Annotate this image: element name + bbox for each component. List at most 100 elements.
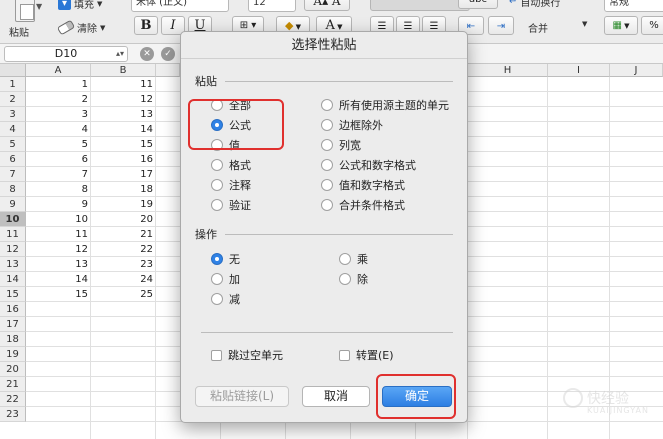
row-header[interactable]: 5 xyxy=(0,137,26,152)
merge-button[interactable]: 合并 xyxy=(528,20,548,35)
row-header[interactable]: 13 xyxy=(0,257,26,272)
number-format-select[interactable]: 常规 xyxy=(604,0,663,12)
wrap-text-button[interactable]: ↵ 自动换行 xyxy=(509,0,560,9)
cell[interactable]: 11 xyxy=(26,227,91,242)
percent-button[interactable]: % xyxy=(641,16,663,35)
select-all-corner[interactable] xyxy=(0,64,26,77)
row-header[interactable]: 23 xyxy=(0,407,26,422)
bold-button[interactable]: B xyxy=(134,16,158,35)
cell[interactable]: 21 xyxy=(91,227,156,242)
number-format-button[interactable]: ▦ ▼ xyxy=(604,16,638,35)
column-header-j[interactable]: J xyxy=(610,64,663,77)
font-name-select[interactable]: 宋体 (正文) xyxy=(131,0,229,12)
cell[interactable]: 10 xyxy=(26,212,91,227)
cell[interactable]: 18 xyxy=(91,182,156,197)
paste-option-radio[interactable]: 全部 xyxy=(211,97,251,113)
transpose-checkbox[interactable]: 转置(E) xyxy=(339,347,394,363)
paste-option-radio[interactable]: 所有使用源主题的单元 xyxy=(321,97,449,113)
row-header[interactable]: 21 xyxy=(0,377,26,392)
cell[interactable]: 14 xyxy=(91,122,156,137)
confirm-entry-icon[interactable]: ✓ xyxy=(161,47,175,61)
orientation-button-group[interactable] xyxy=(370,0,470,11)
operation-option-radio[interactable]: 减 xyxy=(211,291,240,307)
row-header[interactable]: 6 xyxy=(0,152,26,167)
row-header[interactable]: 8 xyxy=(0,182,26,197)
paste-link-button[interactable]: 粘贴链接(L) xyxy=(195,386,289,407)
operation-option-radio[interactable]: 乘 xyxy=(339,251,368,267)
cell[interactable]: 23 xyxy=(91,257,156,272)
column-header-h[interactable]: H xyxy=(468,64,548,77)
row-header[interactable]: 4 xyxy=(0,122,26,137)
paste-option-radio[interactable]: 注释 xyxy=(211,177,251,193)
operation-option-radio[interactable]: 除 xyxy=(339,271,368,287)
cell[interactable]: 13 xyxy=(91,107,156,122)
column-header-c[interactable] xyxy=(156,64,180,77)
cell[interactable]: 11 xyxy=(91,77,156,92)
operation-option-radio[interactable]: 加 xyxy=(211,271,240,287)
row-header[interactable]: 17 xyxy=(0,317,26,332)
row-header[interactable]: 19 xyxy=(0,347,26,362)
row-header[interactable]: 2 xyxy=(0,92,26,107)
row-header[interactable]: 9 xyxy=(0,197,26,212)
cell[interactable]: 15 xyxy=(91,137,156,152)
row-header[interactable]: 11 xyxy=(0,227,26,242)
increase-indent-button[interactable]: ⇥ xyxy=(488,16,514,35)
cancel-entry-icon[interactable]: ✕ xyxy=(140,47,154,61)
font-size-select[interactable]: 12 xyxy=(248,0,296,12)
row-header[interactable]: 20 xyxy=(0,362,26,377)
cell[interactable]: 4 xyxy=(26,122,91,137)
row-header[interactable]: 10 xyxy=(0,212,26,227)
spelling-button[interactable]: abc xyxy=(458,0,498,9)
row-header[interactable]: 7 xyxy=(0,167,26,182)
row-header[interactable]: 1 xyxy=(0,77,26,92)
paste-option-radio[interactable]: 公式 xyxy=(211,117,251,133)
cell[interactable]: 6 xyxy=(26,152,91,167)
name-box[interactable]: D10 ▴▾ xyxy=(4,46,128,62)
paste-option-radio[interactable]: 合并条件格式 xyxy=(321,197,405,213)
cell[interactable]: 14 xyxy=(26,272,91,287)
operation-option-radio[interactable]: 无 xyxy=(211,251,240,267)
row-header[interactable]: 18 xyxy=(0,332,26,347)
cell[interactable]: 1 xyxy=(26,77,91,92)
ok-button[interactable]: 确定 xyxy=(382,386,452,407)
cell[interactable]: 20 xyxy=(91,212,156,227)
row-header[interactable]: 16 xyxy=(0,302,26,317)
paste-option-radio[interactable]: 公式和数字格式 xyxy=(321,157,416,173)
fill-button[interactable]: ▾ 填充 ▼ xyxy=(58,0,102,11)
cell[interactable]: 8 xyxy=(26,182,91,197)
row-header[interactable]: 15 xyxy=(0,287,26,302)
paste-option-radio[interactable]: 验证 xyxy=(211,197,251,213)
column-header-i[interactable]: I xyxy=(548,64,610,77)
cell[interactable]: 24 xyxy=(91,272,156,287)
cell[interactable]: 22 xyxy=(91,242,156,257)
cell[interactable]: 2 xyxy=(26,92,91,107)
row-header[interactable]: 12 xyxy=(0,242,26,257)
cell[interactable]: 5 xyxy=(26,137,91,152)
cell[interactable]: 17 xyxy=(91,167,156,182)
clear-button[interactable]: 清除 ▼ xyxy=(56,19,105,36)
paste-option-radio[interactable]: 值和数字格式 xyxy=(321,177,405,193)
paste-option-radio[interactable]: 值 xyxy=(211,137,240,153)
cell[interactable]: 12 xyxy=(91,92,156,107)
cancel-button[interactable]: 取消 xyxy=(302,386,370,407)
merge-dropdown[interactable]: ▼ xyxy=(582,20,587,28)
column-header-b[interactable]: B xyxy=(91,64,156,77)
paste-option-radio[interactable]: 列宽 xyxy=(321,137,361,153)
cell[interactable]: 19 xyxy=(91,197,156,212)
cell[interactable]: 3 xyxy=(26,107,91,122)
row-header[interactable]: 22 xyxy=(0,392,26,407)
cell[interactable]: 25 xyxy=(91,287,156,302)
cell[interactable]: 16 xyxy=(91,152,156,167)
paste-button[interactable]: ▼ 粘贴 xyxy=(6,0,44,42)
row-header[interactable]: 14 xyxy=(0,272,26,287)
paste-option-radio[interactable]: 格式 xyxy=(211,157,251,173)
cell[interactable]: 13 xyxy=(26,257,91,272)
column-header-a[interactable]: A xyxy=(26,64,91,77)
cell[interactable]: 12 xyxy=(26,242,91,257)
skip-blanks-checkbox[interactable]: 跳过空单元 xyxy=(211,347,283,363)
cell[interactable]: 7 xyxy=(26,167,91,182)
font-size-buttons[interactable]: A▴ A xyxy=(304,0,350,11)
cell[interactable]: 15 xyxy=(26,287,91,302)
paste-option-radio[interactable]: 边框除外 xyxy=(321,117,383,133)
cell[interactable]: 9 xyxy=(26,197,91,212)
